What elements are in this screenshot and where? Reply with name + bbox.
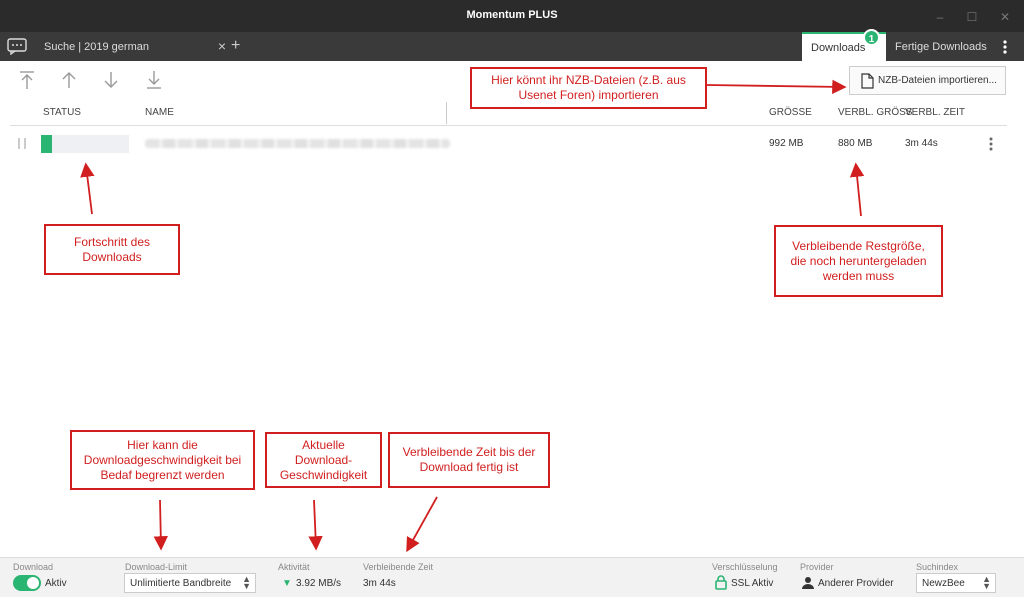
tab-search-label: Suche | 2019 german <box>44 41 149 53</box>
pause-icon[interactable] <box>17 138 27 149</box>
limit-value: Unlimitierte Bandbreite <box>130 578 232 589</box>
row-remaining-time: 3m 44s <box>905 138 938 149</box>
move-down-icon[interactable] <box>102 70 120 90</box>
maximize-icon[interactable]: ☐ <box>965 10 979 24</box>
provider-label: Provider <box>800 562 834 572</box>
close-window-icon[interactable]: ✕ <box>998 10 1012 24</box>
import-nzb-label: NZB-Dateien importieren... <box>878 75 997 86</box>
search-index-select[interactable]: NewzBee ▲ ▼ <box>916 573 996 593</box>
column-size[interactable]: GRÖSSE <box>769 107 812 118</box>
download-name-blurred <box>145 139 450 148</box>
annotation-import: Hier könnt ihr NZB-Dateien (z.B. aus Use… <box>470 67 707 109</box>
column-name[interactable]: NAME <box>145 107 174 118</box>
index-value: NewzBee <box>922 578 965 589</box>
encryption-value: SSL Aktiv <box>731 578 774 589</box>
tab-finished-label: Fertige Downloads <box>895 41 987 53</box>
row-more-icon[interactable] <box>987 136 995 152</box>
user-icon <box>802 577 814 589</box>
annotation-time: Verbleibende Zeit bis der Download ferti… <box>388 432 550 488</box>
column-remaining-time[interactable]: VERBL. ZEIT <box>905 107 965 118</box>
column-divider[interactable] <box>446 102 447 124</box>
move-top-icon[interactable] <box>18 70 36 90</box>
more-vertical-icon[interactable] <box>1000 39 1010 55</box>
select-arrow-icon: ▲ ▼ <box>242 574 251 591</box>
title-bar: Momentum PLUS – ☐ ✕ <box>0 0 1024 32</box>
select-arrow-icon: ▲ ▼ <box>982 574 991 591</box>
index-label: Suchindex <box>916 562 959 572</box>
time-value: 3m 44s <box>363 578 396 589</box>
header-divider <box>10 125 1007 126</box>
minimize-icon[interactable]: – <box>933 10 947 24</box>
download-toggle[interactable] <box>13 575 41 591</box>
row-remaining-size: 880 MB <box>838 138 873 149</box>
file-icon <box>861 73 874 89</box>
chat-icon[interactable] <box>7 38 27 55</box>
activity-label: Aktivität <box>278 562 310 572</box>
download-label: Download <box>13 562 54 572</box>
arrow-down-icon: ▼ <box>282 578 292 589</box>
tab-search[interactable]: Suche | 2019 german × <box>33 32 226 61</box>
download-value: Aktiv <box>45 578 67 589</box>
move-up-icon[interactable] <box>60 70 78 90</box>
add-tab-icon[interactable]: + <box>231 37 240 55</box>
download-progress-bar <box>41 135 129 153</box>
encryption-label: Verschlüsselung <box>712 562 778 572</box>
download-limit-select[interactable]: Unlimitierte Bandbreite ▲ ▼ <box>124 573 256 593</box>
tab-finished-downloads[interactable]: Fertige Downloads <box>886 32 990 61</box>
time-label: Verbleibende Zeit <box>363 562 434 572</box>
annotation-speed: Aktuelle Download-Geschwindigkeit <box>265 432 382 488</box>
window-title: Momentum PLUS <box>466 9 558 21</box>
provider-value[interactable]: Anderer Provider <box>818 578 894 589</box>
annotation-progress: Fortschritt des Downloads <box>44 224 180 275</box>
tab-downloads-label: Downloads <box>811 42 866 54</box>
annotation-limit: Hier kann die Downloadgeschwindigkeit be… <box>70 430 255 490</box>
limit-label: Download-Limit <box>125 562 188 572</box>
import-nzb-button[interactable]: NZB-Dateien importieren... <box>849 66 1006 95</box>
status-bar: Download Aktiv Download-Limit Unlimitier… <box>0 557 1024 597</box>
column-remaining-size[interactable]: VERBL. GRÖSS <box>838 107 912 118</box>
move-bottom-icon[interactable] <box>145 70 163 90</box>
row-size: 992 MB <box>769 138 804 149</box>
column-status[interactable]: STATUS <box>43 107 81 118</box>
tab-close-icon[interactable]: × <box>218 38 226 54</box>
activity-value: 3.92 MB/s <box>296 578 342 589</box>
download-progress-fill <box>41 135 52 153</box>
annotation-remaining-size: Verbleibende Restgröße, die noch herunte… <box>774 225 943 297</box>
downloads-count-badge: 1 <box>863 29 880 46</box>
lock-icon <box>715 575 727 590</box>
